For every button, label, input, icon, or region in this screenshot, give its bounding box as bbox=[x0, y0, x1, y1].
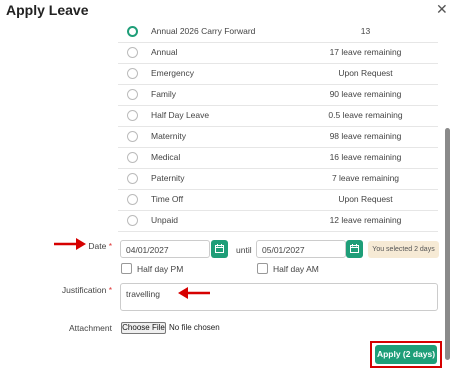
leave-type-name: Paternity bbox=[151, 173, 185, 183]
to-date-input[interactable]: 05/01/2027 bbox=[256, 240, 346, 258]
leave-type-radio[interactable] bbox=[127, 47, 138, 58]
leave-type-row[interactable]: Annual 17 leave remaining bbox=[118, 43, 438, 64]
leave-type-radio[interactable] bbox=[127, 110, 138, 121]
half-day-am-label: Half day AM bbox=[273, 264, 319, 274]
leave-type-name: Medical bbox=[151, 152, 181, 162]
leave-type-balance: 13 bbox=[360, 26, 371, 36]
from-date-calendar-button[interactable] bbox=[211, 240, 228, 258]
leave-type-balance: 7 leave remaining bbox=[331, 173, 400, 183]
leave-type-name: Family bbox=[151, 89, 177, 99]
half-day-pm-label: Half day PM bbox=[137, 264, 184, 274]
choose-file-button[interactable]: Choose File bbox=[121, 322, 166, 334]
leave-type-list: Annual 2026 Carry Forward 13 Annual 17 l… bbox=[118, 22, 438, 232]
leave-type-name: Annual 2026 Carry Forward bbox=[151, 26, 256, 36]
leave-type-name: Maternity bbox=[151, 131, 186, 141]
close-icon[interactable]: ✕ bbox=[436, 2, 448, 16]
to-date-calendar-button[interactable] bbox=[346, 240, 363, 258]
scrollbar-thumb[interactable] bbox=[445, 128, 450, 360]
justification-textarea[interactable]: travelling bbox=[120, 283, 438, 311]
leave-type-radio[interactable] bbox=[127, 68, 138, 79]
apply-button[interactable]: Apply (2 days) bbox=[375, 345, 437, 364]
leave-type-name: Time Off bbox=[151, 194, 184, 204]
leave-type-radio[interactable] bbox=[127, 26, 138, 37]
leave-type-row[interactable]: Half Day Leave 0.5 leave remaining bbox=[118, 106, 438, 127]
half-day-am-checkbox[interactable] bbox=[257, 263, 268, 274]
leave-type-row[interactable]: Unpaid 12 leave remaining bbox=[118, 211, 438, 232]
file-status-text: No file chosen bbox=[169, 323, 220, 332]
from-date-input[interactable]: 04/01/2027 bbox=[120, 240, 210, 258]
leave-type-balance: Upon Request bbox=[338, 194, 393, 204]
leave-type-radio[interactable] bbox=[127, 131, 138, 142]
leave-type-row[interactable]: Maternity 98 leave remaining bbox=[118, 127, 438, 148]
leave-type-balance: 0.5 leave remaining bbox=[328, 110, 403, 120]
annotation-arrow-date bbox=[54, 238, 86, 250]
half-day-pm-checkbox[interactable] bbox=[121, 263, 132, 274]
leave-type-row[interactable]: Paternity 7 leave remaining bbox=[118, 169, 438, 190]
leave-type-balance: 90 leave remaining bbox=[329, 89, 402, 99]
annotation-arrow-justification bbox=[178, 287, 210, 299]
leave-type-radio[interactable] bbox=[127, 194, 138, 205]
leave-type-balance: Upon Request bbox=[338, 68, 393, 78]
date-label-text: Date bbox=[88, 241, 107, 251]
justification-value: travelling bbox=[126, 289, 161, 299]
dialog-header: Apply Leave ✕ bbox=[0, 0, 452, 22]
required-mark: * bbox=[108, 285, 112, 295]
leave-type-balance: 12 leave remaining bbox=[329, 215, 402, 225]
selected-days-badge: You selected 2 days bbox=[368, 241, 439, 258]
leave-type-radio[interactable] bbox=[127, 173, 138, 184]
until-label: until bbox=[236, 245, 252, 255]
leave-type-radio[interactable] bbox=[127, 152, 138, 163]
leave-type-balance: 17 leave remaining bbox=[329, 47, 402, 57]
attachment-label: Attachment bbox=[69, 323, 112, 333]
from-date-value: 04/01/2027 bbox=[126, 245, 169, 255]
to-date-value: 05/01/2027 bbox=[262, 245, 305, 255]
dialog-title: Apply Leave bbox=[6, 2, 89, 18]
leave-type-name: Annual bbox=[151, 47, 178, 57]
justification-label-text: Justification bbox=[61, 285, 107, 295]
leave-type-row[interactable]: Time Off Upon Request bbox=[118, 190, 438, 211]
calendar-icon bbox=[215, 244, 224, 253]
leave-type-row[interactable]: Emergency Upon Request bbox=[118, 64, 438, 85]
leave-type-row[interactable]: Annual 2026 Carry Forward 13 bbox=[118, 22, 438, 43]
leave-type-row[interactable]: Medical 16 leave remaining bbox=[118, 148, 438, 169]
leave-type-name: Unpaid bbox=[151, 215, 178, 225]
leave-type-balance: 98 leave remaining bbox=[329, 131, 402, 141]
leave-type-row[interactable]: Family 90 leave remaining bbox=[118, 85, 438, 106]
leave-type-radio[interactable] bbox=[127, 215, 138, 226]
leave-type-name: Half Day Leave bbox=[151, 110, 210, 120]
leave-type-radio[interactable] bbox=[127, 89, 138, 100]
leave-type-balance: 16 leave remaining bbox=[329, 152, 402, 162]
calendar-icon bbox=[350, 244, 359, 253]
required-mark: * bbox=[108, 241, 112, 251]
justification-label: Justification * bbox=[40, 285, 112, 295]
leave-type-name: Emergency bbox=[151, 68, 194, 78]
